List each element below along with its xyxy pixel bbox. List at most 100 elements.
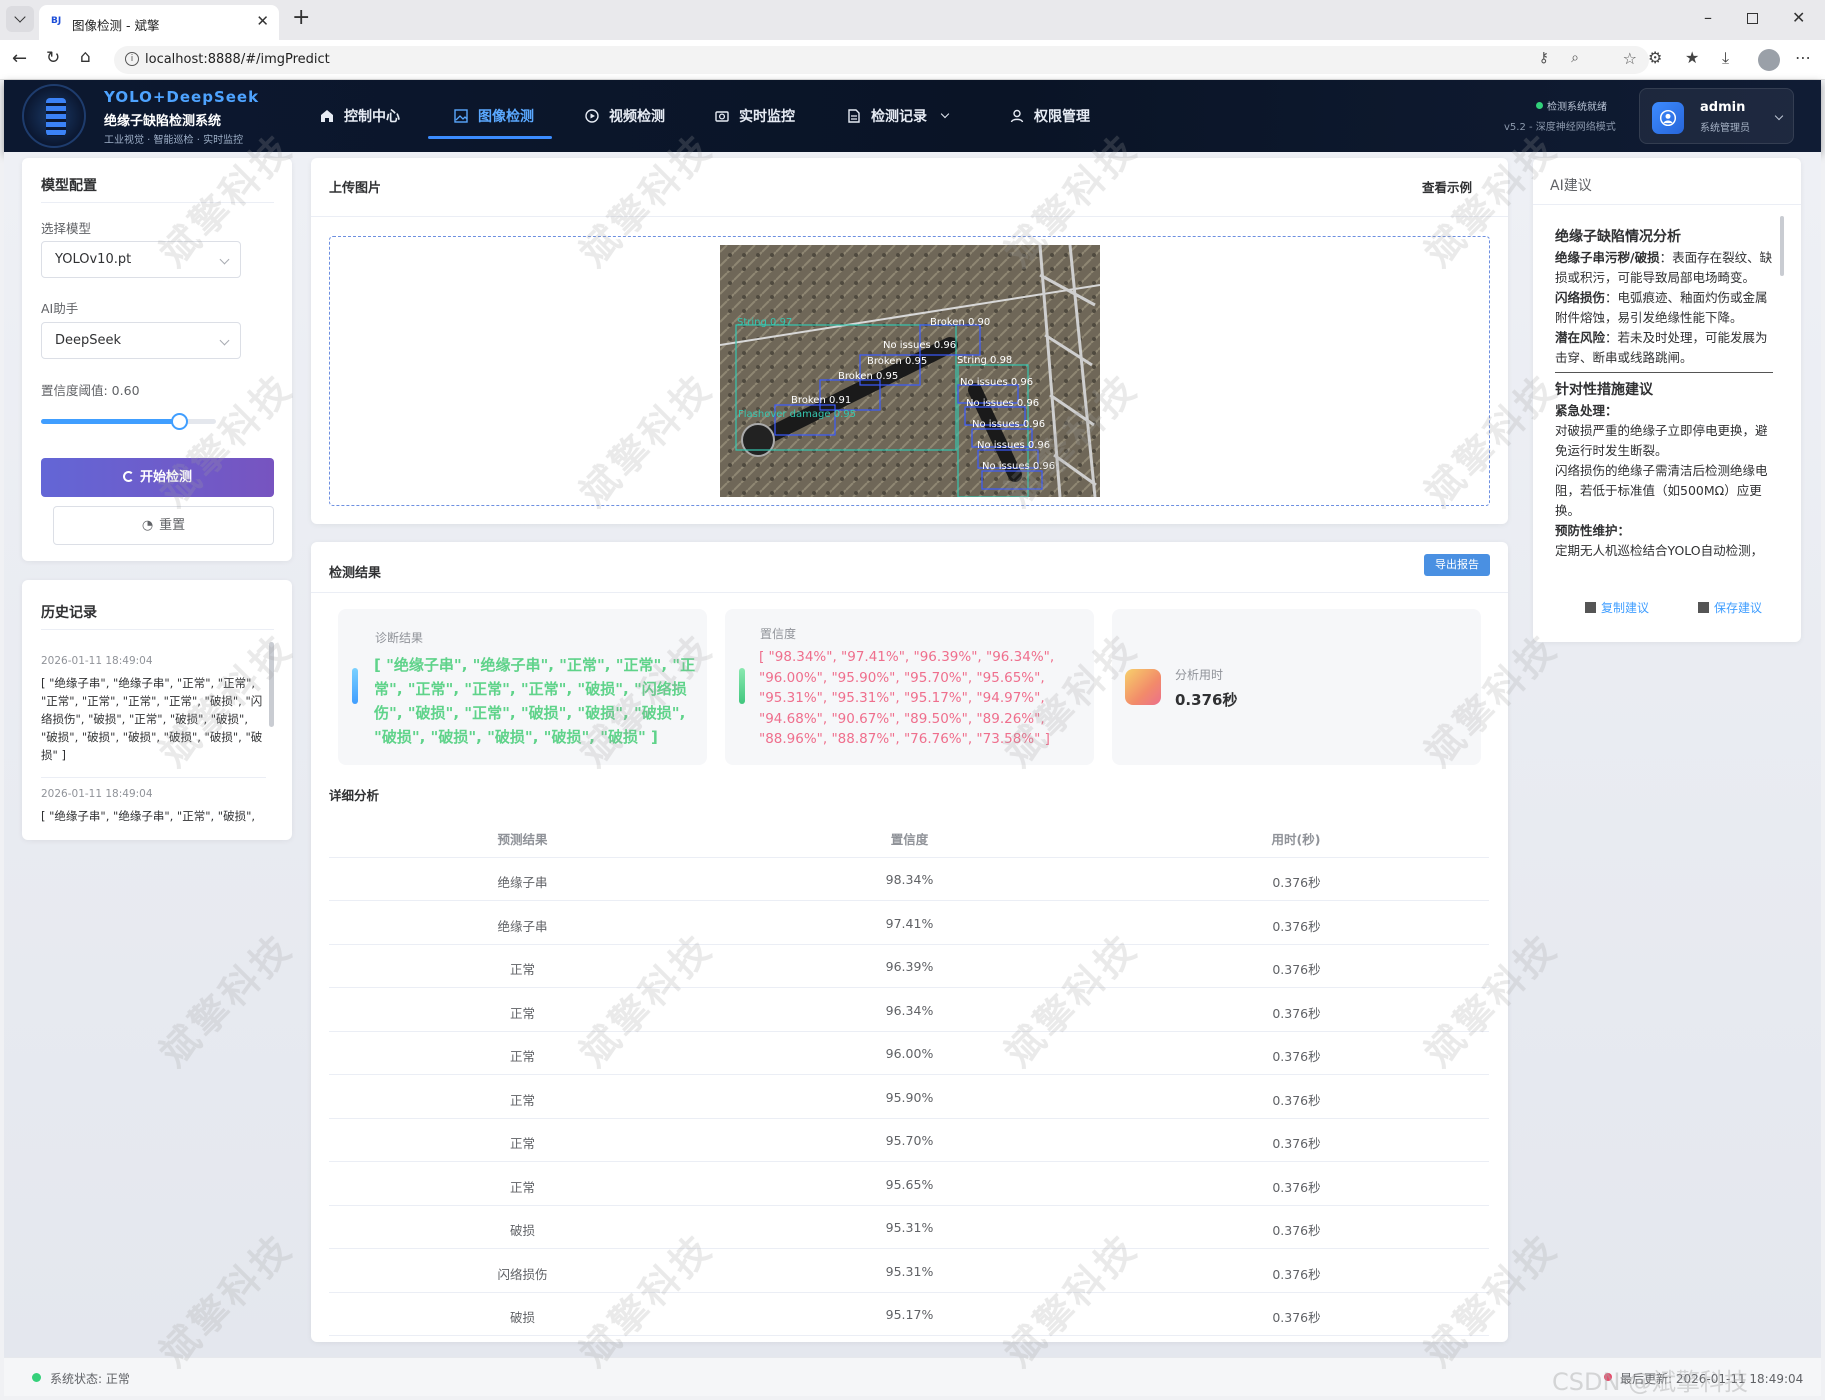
maximize-icon[interactable] [1747,13,1758,24]
detail-title: 详细分析 [329,788,380,803]
url-text: localhost:8888/#/imgPredict [145,52,330,67]
table-row: 正常 95.90% 0.376秒 [329,1076,1489,1119]
browser-tab-active[interactable]: BJ 图像检测 - 斌擎 ✕ [39,5,279,40]
table-row: 绝缘子串 98.34% 0.376秒 [329,858,1489,901]
more-menu-icon[interactable]: ⋯ [1795,48,1811,67]
nav-realtime-monitor[interactable]: 实时监控 [714,80,795,152]
history-title: 历史记录 [41,605,97,621]
nav-control-center[interactable]: 控制中心 [319,80,400,152]
key-icon[interactable]: ⚷ [1539,50,1549,66]
threshold-slider-track[interactable] [41,413,216,430]
nav-detection-records[interactable]: 检测记录 [846,80,950,152]
nav-permission-management[interactable]: 权限管理 [1009,80,1090,152]
image-icon [454,109,468,123]
time-stat: 分析用时 0.376秒 [1112,609,1481,765]
info-icon: i [125,52,139,66]
detection-label: No issues 0.96 [966,398,1039,409]
profile-avatar[interactable] [1758,49,1780,71]
table-cell: 正常 [509,962,535,977]
table-cell: 96.39% [885,959,934,974]
extensions-icon[interactable]: ⚙ [1648,48,1662,67]
confidence-text: [ "98.34%", "97.41%", "96.39%", "96.34%"… [759,649,1055,747]
time-icon [1125,669,1161,705]
detection-label: Broken 0.95 [867,356,927,367]
ai-heading-measures: 针对性措施建议 [1555,382,1653,398]
divider [41,777,266,778]
table-cell: 0.376秒 [1272,1092,1321,1108]
ai-item: 潜在风险：若未及时处理，可能发展为击穿、断串或线路跳闸。 [1555,328,1773,373]
browser-address-bar: ← ↻ ⌂ i localhost:8888/#/imgPredict ⚷ ⌕ … [0,40,1825,80]
browser-tab-bar: BJ 图像检测 - 斌擎 ✕ + – ✕ [0,0,1825,40]
upload-card: 上传图片 查看示例 String 0.97 Broken 0.90 No iss… [311,158,1508,524]
table-cell: 绝缘子串 [497,875,548,890]
table-cell: 0.376秒 [1272,1179,1321,1195]
home-icon[interactable]: ⌂ [80,47,91,67]
zoom-icon[interactable]: ⌕ [1571,50,1579,66]
table-cell: 95.31% [885,1263,934,1279]
detection-overlay: String 0.97 Broken 0.90 No issues 0.96 B… [720,245,1100,497]
divider [311,592,1508,593]
favicon-icon: BJ [51,16,62,26]
nav-active-underline [428,136,552,139]
table-cell: 0.376秒 [1272,918,1321,934]
copy-suggestion-button[interactable]: 复制建议 [1585,599,1649,616]
divider [41,202,274,203]
view-example-link[interactable]: 查看示例 [1422,177,1472,196]
nav-image-detection[interactable]: 图像检测 [453,80,534,152]
table-cell: 绝缘子串 [497,918,548,934]
ai-item: 绝缘子串污秽/破损：表面存在裂纹、缺损或积污，可能导致局部电场畸变。 [1555,250,1773,285]
url-field[interactable]: i localhost:8888/#/imgPredict ⚷ ⌕ ☆ [114,46,1649,74]
upload-dropzone[interactable]: String 0.97 Broken 0.90 No issues 0.96 B… [329,236,1490,506]
table-cell: 正常 [509,1049,535,1064]
divider [1533,204,1801,205]
chevron-down-icon [1774,111,1784,121]
close-window-icon[interactable]: ✕ [1792,8,1805,27]
table-cell: 正常 [509,1092,535,1108]
user-avatar-icon [1659,109,1677,127]
history-item[interactable]: 2026-01-11 18:49:04 [ "绝缘子串", "绝缘子串", "正… [41,785,266,825]
model-label: 选择模型 [41,221,92,236]
chevron-down-icon [940,109,950,119]
export-report-button[interactable]: 导出报告 [1424,554,1490,576]
assistant-label: AI助手 [41,301,79,316]
favorite-star-icon[interactable]: ☆ [1623,49,1637,68]
assistant-select[interactable]: DeepSeek [41,322,241,359]
user-menu[interactable]: admin 系统管理员 [1639,88,1794,144]
close-tab-icon[interactable]: ✕ [256,12,269,30]
table-cell: 正常 [509,1179,535,1195]
history-scrollbar[interactable] [269,642,274,727]
tab-list-button[interactable] [6,6,34,32]
save-suggestion-button[interactable]: 保存建议 [1698,599,1762,616]
history-card: 历史记录 2026-01-11 18:49:04 [ "绝缘子串", "绝缘子串… [22,580,292,840]
favorites-icon[interactable]: ★ [1685,48,1699,67]
table-cell: 98.34% [885,872,934,887]
download-icon[interactable]: ⤓ [1722,48,1729,68]
ai-scrollbar[interactable] [1780,216,1784,276]
table-row: 破损 95.31% 0.376秒 [329,1206,1489,1249]
minimize-icon[interactable]: – [1704,8,1712,27]
tab-title: 图像检测 - 斌擎 [72,18,160,33]
detection-label: Broken 0.90 [930,317,990,328]
reset-button[interactable]: ◔ 重置 [53,506,274,545]
reload-icon[interactable]: ↻ [46,48,60,68]
diagnosis-accent-bar [352,668,358,704]
detection-label: String 0.98 [957,355,1012,366]
threshold-label: 置信度阈值: 0.60 [41,383,140,398]
chevron-down-icon [219,254,230,265]
status-dot [32,1373,41,1382]
new-tab-icon[interactable]: + [292,5,310,30]
nav-video-detection[interactable]: 视频检测 [584,80,665,152]
back-icon[interactable]: ← [12,48,27,69]
start-detection-button[interactable]: 开始检测 [41,458,274,497]
table-cell: 破损 [509,1223,535,1238]
table-row: 正常 96.00% 0.376秒 [329,1032,1489,1075]
threshold-slider-handle[interactable] [171,413,188,430]
history-item[interactable]: 2026-01-11 18:49:04 [ "绝缘子串", "绝缘子串", "正… [41,652,266,764]
table-row: 正常 95.70% 0.376秒 [329,1119,1489,1162]
table-cell: 96.34% [885,1002,934,1018]
model-select[interactable]: YOLOv10.pt [41,241,241,278]
ai-item: 闪络损伤：电弧痕迹、釉面灼伤或金属附件熔蚀，易引发绝缘性能下降。 [1555,290,1768,325]
status-footer: 系统状态: 正常 最后更新: 2026-01-11 18:49:04 CSDN … [4,1357,1821,1396]
detection-label: Flashover damage 0.95 [738,409,856,420]
detection-label: Broken 0.91 [791,395,851,406]
